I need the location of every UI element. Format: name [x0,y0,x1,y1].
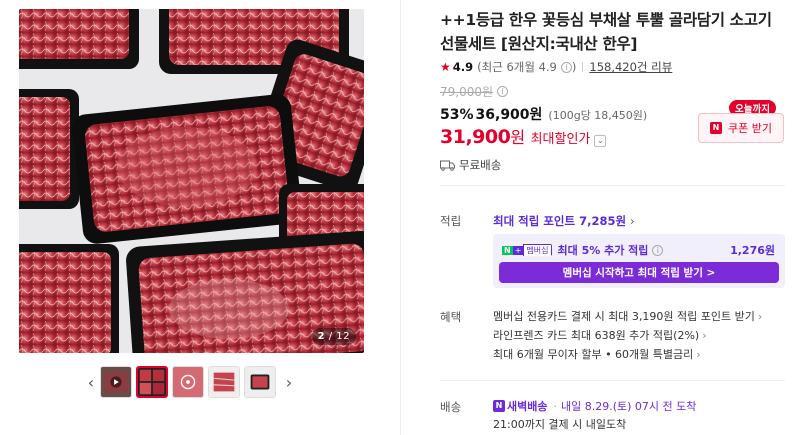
dawn-delivery-badge: N 새벽배송 [493,398,547,414]
info-icon[interactable]: i [560,61,572,73]
section-divider [440,380,785,381]
section-divider [440,185,785,186]
discount-percent: 53% [440,107,474,123]
max-discount-row: 31,900원 최대할인가 ⌄ [440,124,607,148]
rating-row: ★ 4.9 (최근 6개월 4.9 i) 158,420건 리뷰 [440,59,673,75]
coupon-button-label: 쿠폰 받기 [728,122,772,135]
delivery-date: 내일 8.29.(토) 07시 전 도착 [560,400,697,413]
image-page-indicator: 2 / 12 [311,328,356,345]
meat-photo [19,9,364,353]
original-price-row: 79,000원 i [440,83,509,100]
membership-box: N + 멤버십 최대 5% 추가 적립 i 1,276원 멤버십 시작하고 최대 적… [493,234,785,288]
benefit-item[interactable]: 멤버십 전용카드 결제 시 최대 3,190원 적립 포인트 받기 › [493,308,762,324]
thumb-video[interactable] [100,366,132,398]
thumb-next-arrow-icon[interactable]: › [280,366,298,398]
thumb-prev-arrow-icon[interactable]: ‹ [82,366,100,398]
thumbnail-strip: ‹ › [82,364,312,400]
thumb-marbled-meat[interactable] [208,366,240,398]
dawn-delivery-icon: N [493,400,505,412]
membership-points-amount: 1,276원 [730,244,775,257]
thumb-meat-boxes[interactable] [136,366,168,398]
coupon-button[interactable]: N 쿠폰 받기 [698,113,784,143]
delivery-row: N 새벽배송 · 내일 8.29.(토) 07시 전 도착 [493,398,696,414]
delivery-label: 배송 [440,400,462,414]
max-discount-label: 최대할인가 [530,132,591,147]
shipping-text: 무료배송 [459,158,502,172]
product-main-image[interactable]: 2 / 12 [19,9,364,353]
benefit-item[interactable]: 라인프렌즈 카드 최대 638원 추가 적립(2%) › [493,327,707,343]
benefits-label: 혜택 [440,310,462,324]
points-label: 적립 [440,214,462,228]
membership-info-icon[interactable]: i [652,244,664,256]
truck-icon [440,160,455,171]
price-info-icon[interactable]: i [497,86,509,97]
rating-value: 4.9 [452,60,474,74]
page-current: 2 [317,331,326,342]
star-icon: ★ [440,60,451,74]
benefit-item[interactable]: 최대 6개월 무이자 할부 • 60개월 특별금리 › [493,346,701,362]
product-title: ++1등급 한우 꽃등심 부채살 투뿔 골라담기 소고기 선물세트 [원산지:국… [440,11,772,53]
rating-note: (최근 6개월 4.9 [477,60,557,74]
membership-start-button[interactable]: 멤버십 시작하고 최대 적립 받기 > [499,262,779,283]
max-discount-price: 31,900원 [440,126,525,148]
thumb-loading[interactable] [172,366,204,398]
sale-price: 36,900원 [475,107,543,123]
column-divider [400,0,401,435]
original-price: 79,000원 [440,85,494,99]
naver-plus-badge: N + 멤버십 [502,244,552,256]
chevron-down-icon[interactable]: ⌄ [594,135,607,147]
thumb-sliced-meat[interactable] [244,366,276,398]
delivery-cutoff: 21:00까지 결제 시 내일도착 [493,418,627,431]
unit-price: (100g당 18,450원) [548,109,648,122]
membership-extra-points: 최대 5% 추가 적립 [557,244,649,257]
shipping-row: 무료배송 [440,157,501,173]
divider [582,62,584,72]
max-points-link[interactable]: 최대 적립 포인트 7,285원 › [493,213,635,229]
naver-logo-icon: N [710,122,722,134]
sale-price-row: 53% 36,900원 (100g당 18,450원) [440,104,647,124]
page-total: / 12 [328,331,350,342]
review-count-link[interactable]: 158,420건 리뷰 [589,59,672,75]
